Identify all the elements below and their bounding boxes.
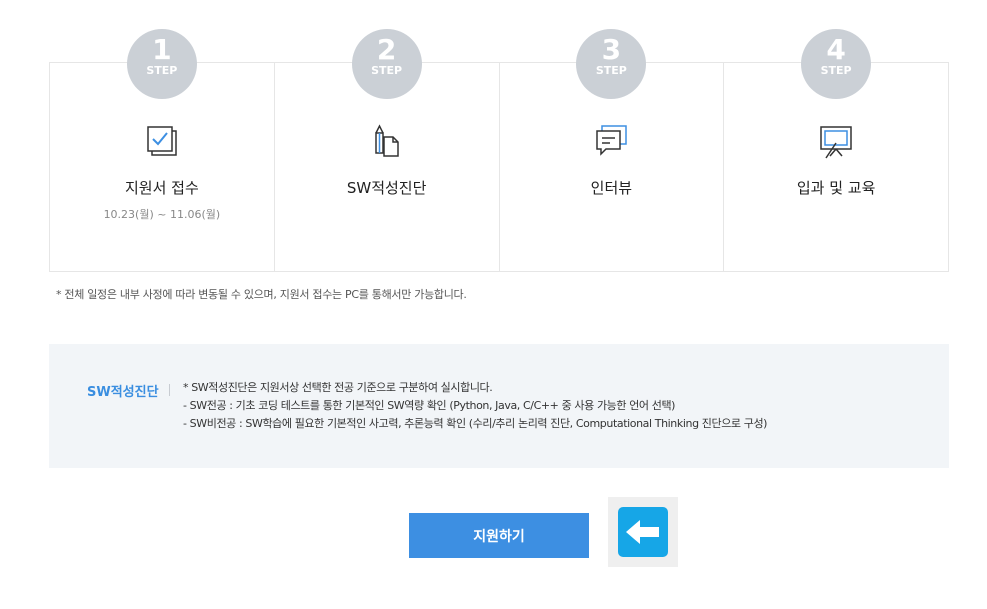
step-label: STEP bbox=[595, 64, 627, 77]
step-number: 4 bbox=[826, 33, 846, 66]
step-badge: 3 STEP bbox=[576, 29, 647, 99]
info-divider bbox=[169, 384, 170, 396]
step-4: 4 STEP 입과 및 교육 bbox=[724, 29, 948, 271]
pencil-document-icon bbox=[374, 124, 399, 157]
step-2: 2 STEP SW적성진단 bbox=[275, 29, 500, 271]
info-line: - SW비전공 : SW학습에 필요한 기본적인 사고력, 추론능력 확인 (수… bbox=[183, 417, 768, 430]
step-list: 1 STEP 지원서 접수 10.23(월) ~ 11.06(월) 2 STEP… bbox=[49, 29, 949, 272]
step-number: 3 bbox=[601, 33, 622, 66]
info-title: SW적성진단 bbox=[87, 385, 159, 400]
step-title: 인터뷰 bbox=[590, 179, 633, 197]
info-line: * SW적성진단은 지원서상 선택한 전공 기준으로 구분하여 실시합니다. bbox=[183, 381, 493, 394]
step-number: 1 bbox=[152, 33, 172, 66]
step-date: 10.23(월) ~ 11.06(월) bbox=[103, 208, 221, 221]
back-button[interactable] bbox=[608, 497, 678, 567]
step-badge: 4 STEP bbox=[801, 29, 872, 99]
step-label: STEP bbox=[820, 64, 852, 77]
arrow-left-icon bbox=[626, 520, 659, 544]
step-title: 입과 및 교육 bbox=[796, 179, 876, 197]
step-label: STEP bbox=[146, 64, 178, 77]
step-label: STEP bbox=[371, 64, 403, 77]
info-line: - SW전공 : 기초 코딩 테스트를 통한 기본적인 SW역량 확인 (Pyt… bbox=[183, 399, 676, 412]
step-title: SW적성진단 bbox=[346, 179, 427, 197]
step-badge: 1 STEP bbox=[126, 29, 197, 99]
schedule-notice: * 전체 일정은 내부 사정에 따라 변동될 수 있으며, 지원서 접수는 PC… bbox=[56, 288, 467, 301]
presentation-board-icon bbox=[820, 126, 852, 159]
step-badge: 2 STEP bbox=[351, 29, 422, 99]
checkbox-document-icon bbox=[147, 126, 177, 156]
step-3: 3 STEP 인터뷰 bbox=[500, 29, 725, 271]
info-description: * SW적성진단은 지원서상 선택한 전공 기준으로 구분하여 실시합니다. -… bbox=[183, 379, 767, 433]
step-1: 1 STEP 지원서 접수 10.23(월) ~ 11.06(월) bbox=[50, 29, 275, 271]
apply-button[interactable]: 지원하기 bbox=[409, 513, 589, 558]
speech-bubble-icon bbox=[596, 125, 628, 156]
sw-aptitude-info: SW적성진단 * SW적성진단은 지원서상 선택한 전공 기준으로 구분하여 실… bbox=[49, 344, 949, 468]
back-button-face[interactable] bbox=[618, 507, 668, 557]
step-title: 지원서 접수 bbox=[124, 179, 199, 197]
step-number: 2 bbox=[376, 33, 397, 66]
